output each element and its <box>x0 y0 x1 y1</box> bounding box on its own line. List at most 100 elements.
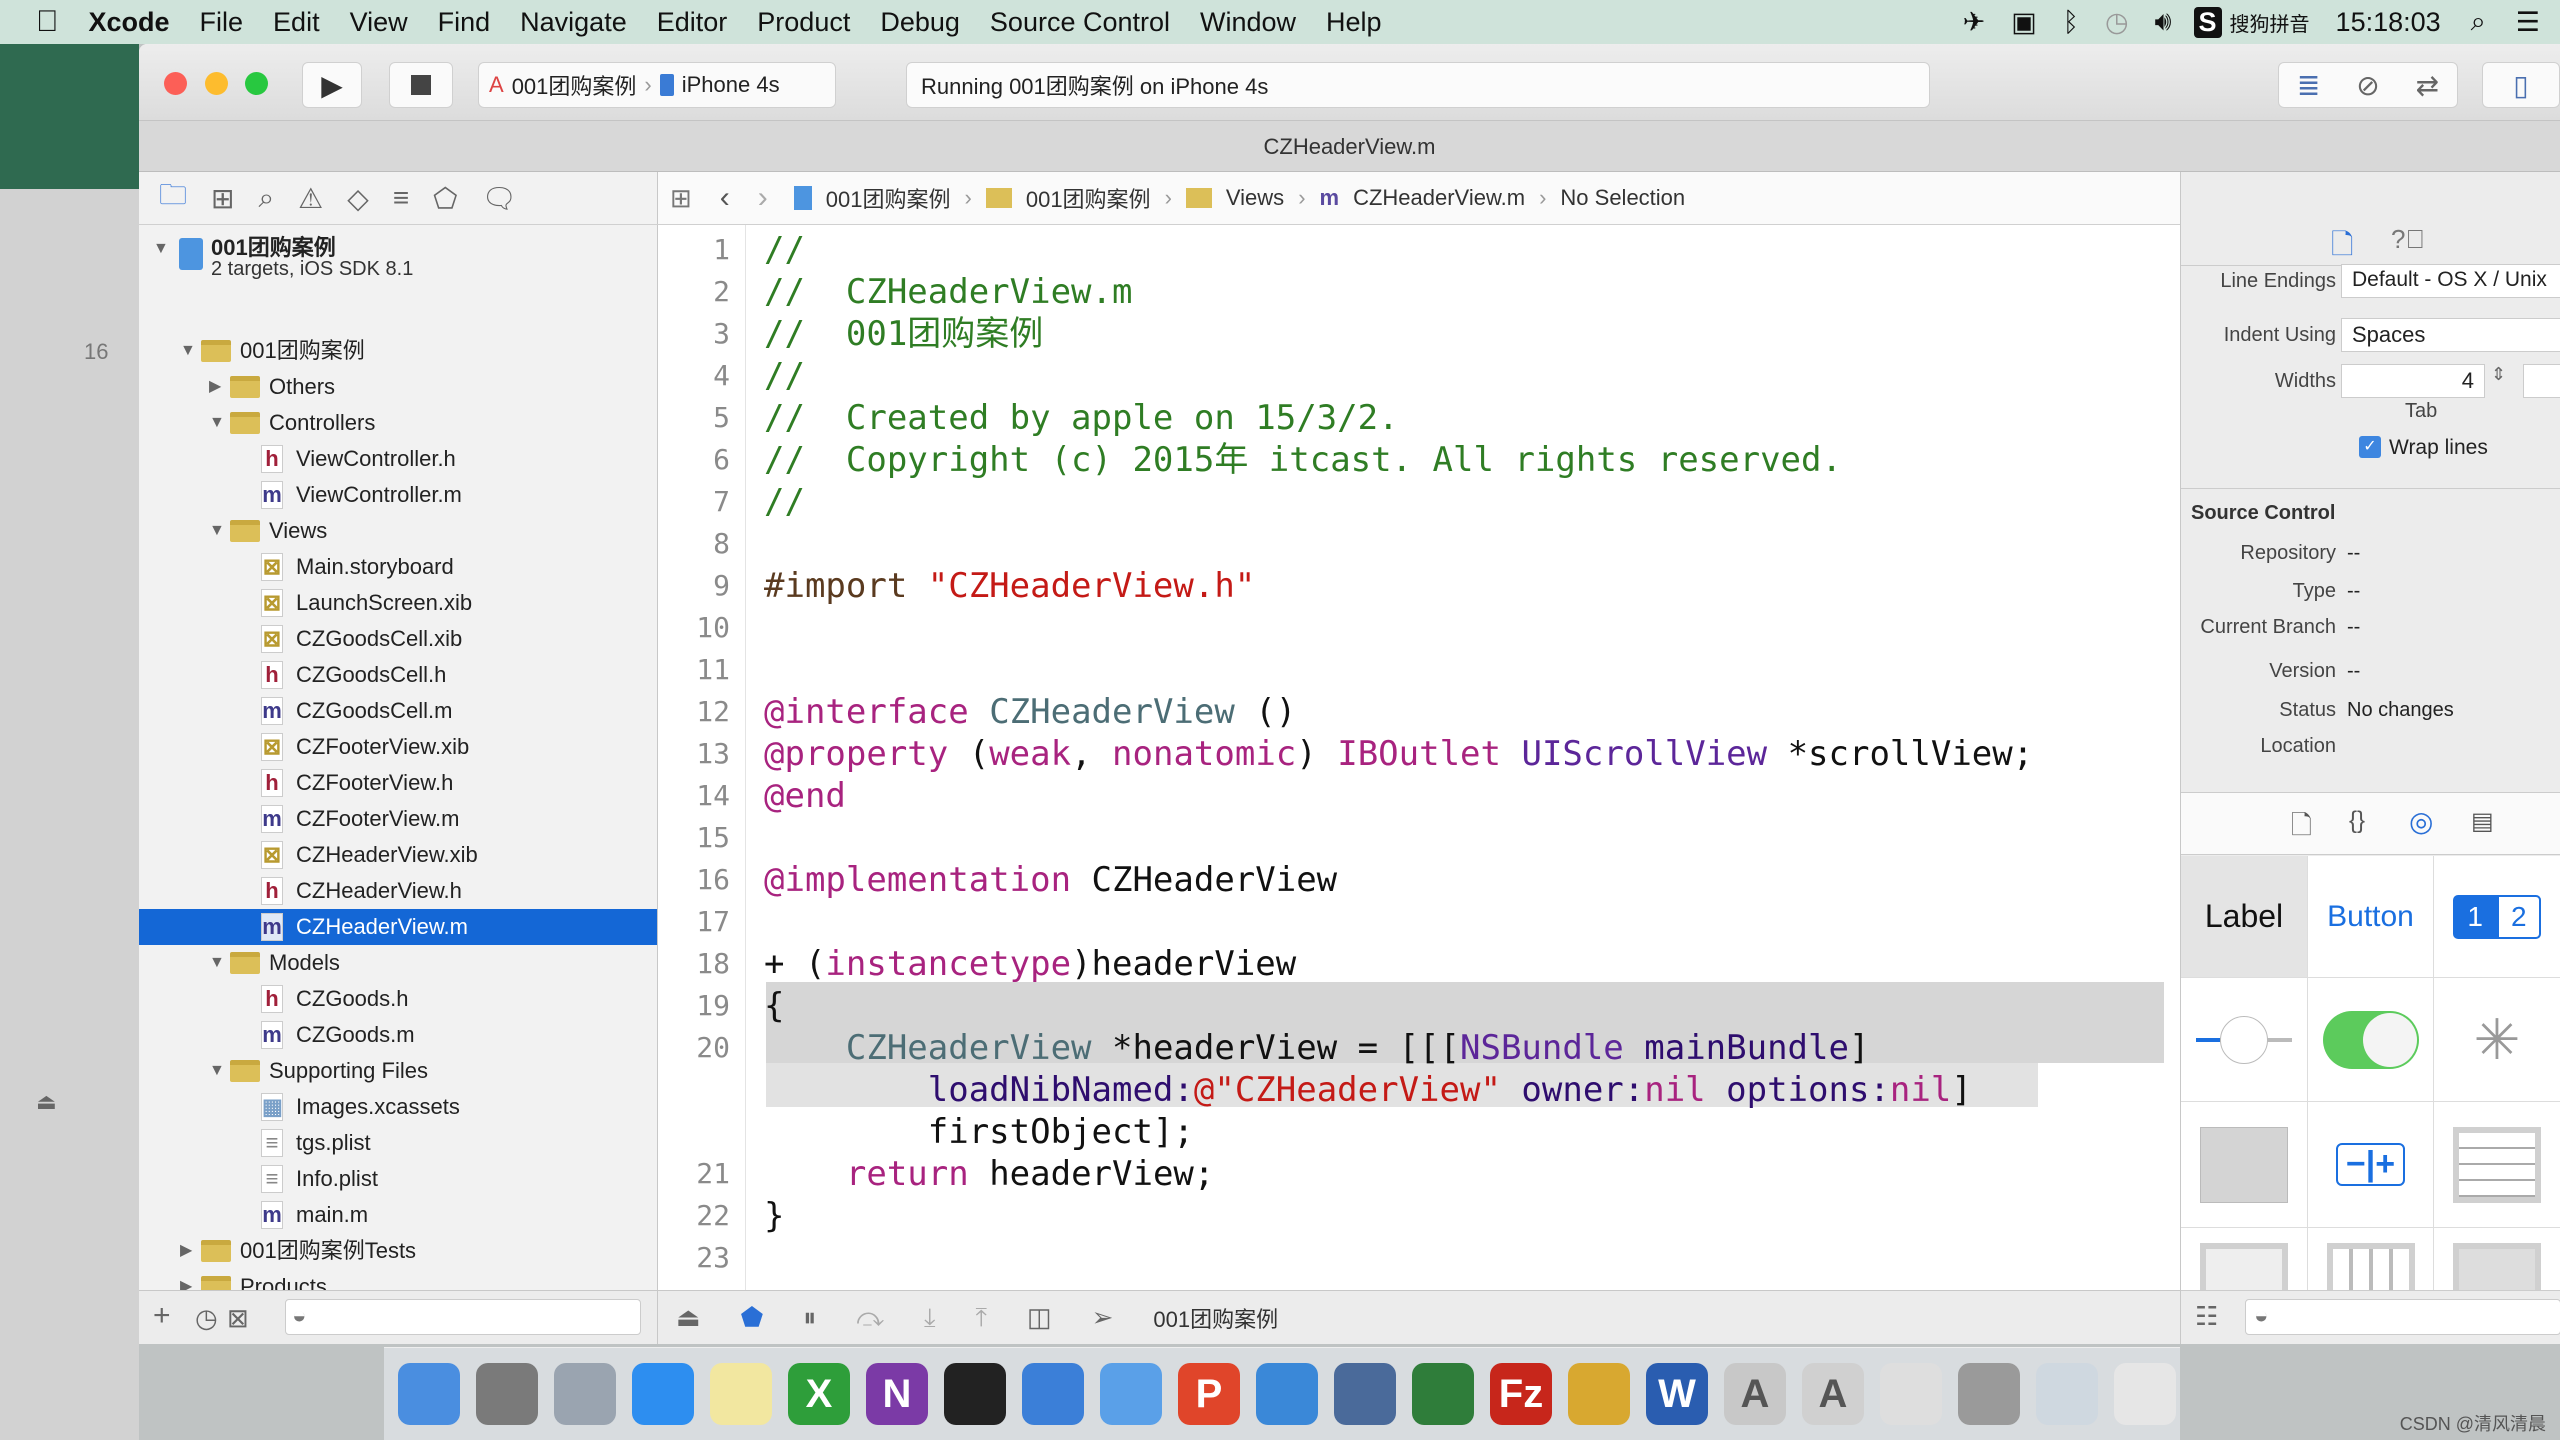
code-line[interactable]: 1 // <box>658 229 2178 271</box>
launchpad-icon[interactable] <box>554 1363 616 1425</box>
source-control-filter-icon[interactable]: ⊠ <box>227 1303 249 1334</box>
location-icon[interactable]: ➢ <box>1092 1302 1114 1333</box>
code-line[interactable]: loadNibNamed:@"CZHeaderView" owner:nil o… <box>658 1069 2178 1111</box>
code-line[interactable]: 22} <box>658 1195 2178 1237</box>
tree-file[interactable]: m CZGoodsCell.m <box>139 693 657 729</box>
code-line[interactable]: 18 + (instancetype)headerView <box>658 943 2178 985</box>
menu-view[interactable]: View <box>350 7 408 38</box>
menu-find[interactable]: Find <box>438 7 491 38</box>
wrap-lines-checkbox[interactable]: ✓ <box>2359 436 2381 458</box>
tree-file[interactable]: ≡ tgs.plist <box>139 1125 657 1161</box>
app-store-icon[interactable]: A <box>1724 1363 1786 1425</box>
library-item-button[interactable]: Button <box>2308 856 2434 978</box>
disclosure-open-icon[interactable]: ▼ <box>209 1053 225 1089</box>
tree-file[interactable]: h ViewController.h <box>139 441 657 477</box>
jump-selection[interactable]: No Selection <box>1560 185 1685 211</box>
clapboard-icon[interactable] <box>1334 1363 1396 1425</box>
tree-folder[interactable]: ▼ Views <box>139 513 657 549</box>
navigator-toggle-button[interactable]: ▯ <box>2482 62 2560 108</box>
menu-window[interactable]: Window <box>1200 7 1296 38</box>
code-line[interactable]: 20 CZHeaderView *headerView = [[[NSBundl… <box>658 1027 2178 1069</box>
tree-file[interactable]: m CZHeaderView.m <box>139 909 657 945</box>
downloads-icon[interactable] <box>2036 1363 2098 1425</box>
code-line[interactable]: 15 <box>658 817 2178 859</box>
terminal-icon[interactable] <box>944 1363 1006 1425</box>
run-button[interactable]: ▶ <box>302 62 362 108</box>
menu-debug[interactable]: Debug <box>880 7 960 38</box>
filezilla-icon[interactable]: Fz <box>1490 1363 1552 1425</box>
indent-using-select[interactable]: Spaces <box>2341 318 2560 352</box>
report-icon[interactable]: 🗨︎ <box>482 182 518 215</box>
finder-icon[interactable] <box>398 1363 460 1425</box>
library-item-switch[interactable] <box>2308 978 2434 1102</box>
menu-app[interactable]: Xcode <box>89 7 170 38</box>
code-line[interactable]: 7 // <box>658 481 2178 523</box>
zoom-button[interactable] <box>245 72 268 95</box>
filter-input[interactable]: ◒ <box>285 1299 641 1335</box>
disclosure-open-icon[interactable]: ▼ <box>180 333 196 369</box>
code-line[interactable]: 8 <box>658 523 2178 565</box>
jump-file[interactable]: CZHeaderView.m <box>1353 185 1525 211</box>
jump-project[interactable]: 001团购案例 <box>826 182 951 214</box>
code-line[interactable]: 14 @end <box>658 775 2178 817</box>
view-debugger-icon[interactable]: ◫ <box>1027 1302 1052 1333</box>
disclosure-open-icon[interactable]: ▼ <box>209 405 225 441</box>
printer-icon[interactable] <box>1958 1363 2020 1425</box>
apple-menu-icon[interactable]:  <box>36 5 59 39</box>
tree-folder[interactable]: ▶ Others <box>139 369 657 405</box>
tree-folder[interactable]: ▼ Models <box>139 945 657 981</box>
breakpoints-toggle-icon[interactable]: ⬟ <box>741 1302 764 1333</box>
onenote-icon[interactable]: N <box>866 1363 928 1425</box>
menu-file[interactable]: File <box>200 7 244 38</box>
object-library-icon[interactable]: ◎ <box>2409 805 2433 838</box>
code-line[interactable]: 23 <box>658 1237 2178 1279</box>
disclosure-open-icon[interactable]: ▼ <box>209 945 225 981</box>
breakpoint-icon[interactable]: ⬠ <box>433 182 457 215</box>
quick-help-icon[interactable]: ?⃝ <box>2391 224 2425 255</box>
system-preferences-icon[interactable] <box>476 1363 538 1425</box>
library-item-label[interactable]: Label <box>2181 856 2308 978</box>
list-view-icon[interactable]: ☷ <box>2195 1301 2218 1332</box>
version-editor-icon[interactable]: ⇄ <box>2416 69 2439 102</box>
tree-folder[interactable]: ▼ Supporting Files <box>139 1053 657 1089</box>
network-icon[interactable] <box>1412 1363 1474 1425</box>
code-line[interactable]: firstObject]; <box>658 1111 2178 1153</box>
volume-icon[interactable]: 🔊︎ <box>2155 6 2172 38</box>
tree-file[interactable]: h CZHeaderView.h <box>139 873 657 909</box>
bluetooth-icon[interactable]: ᛒ <box>2063 7 2079 38</box>
code-line[interactable]: 11 <box>658 649 2178 691</box>
tree-file[interactable]: ⊠ CZFooterView.xib <box>139 729 657 765</box>
step-into-icon[interactable]: ⤓ <box>924 1302 936 1334</box>
tree-file[interactable]: m ViewController.m <box>139 477 657 513</box>
menu-help[interactable]: Help <box>1326 7 1382 38</box>
line-endings-select[interactable]: Default - OS X / Unix <box>2341 264 2560 298</box>
scissors-icon[interactable] <box>1256 1363 1318 1425</box>
close-button[interactable] <box>164 72 187 95</box>
related-items-icon[interactable]: ⊞ <box>670 183 692 214</box>
library-item-segmented-control[interactable]: 12 <box>2434 856 2560 978</box>
tree-file[interactable]: h CZFooterView.h <box>139 765 657 801</box>
forward-button[interactable]: › <box>758 181 768 215</box>
screen-record-icon[interactable]: ▣ <box>2011 7 2037 38</box>
code-area[interactable]: 1 // 2 // CZHeaderView.m 3 // 001团购案例 4 // 5 // C… <box>658 225 2180 1290</box>
mail-icon[interactable] <box>1880 1363 1942 1425</box>
menu-navigate[interactable]: Navigate <box>520 7 627 38</box>
add-icon[interactable]: + <box>153 1299 171 1333</box>
tree-folder[interactable]: ▼ Controllers <box>139 405 657 441</box>
scheme-selector[interactable]: A 001团购案例 › iPhone 4s <box>478 62 836 108</box>
tree-file[interactable]: ≡ Info.plist <box>139 1161 657 1197</box>
menu-editor[interactable]: Editor <box>657 7 728 38</box>
airplane-icon[interactable]: ✈ <box>1963 7 1986 38</box>
debug-target[interactable]: 001团购案例 <box>1153 1302 1278 1334</box>
input-method-icon[interactable]: S <box>2193 6 2222 38</box>
recent-files-icon[interactable]: ◷ <box>195 1303 218 1334</box>
code-line[interactable]: 5 // Created by apple on 15/3/2. <box>658 397 2178 439</box>
preview-icon[interactable]: A <box>1802 1363 1864 1425</box>
tab-width-field[interactable]: 4 <box>2341 364 2485 398</box>
minimize-button[interactable] <box>205 72 228 95</box>
menu-edit[interactable]: Edit <box>273 7 320 38</box>
symbol-navigator-icon[interactable]: ⊞ <box>211 182 234 215</box>
pointer-icon[interactable]: P <box>1178 1363 1240 1425</box>
tool-icon[interactable] <box>1568 1363 1630 1425</box>
tree-file[interactable]: h CZGoodsCell.h <box>139 657 657 693</box>
